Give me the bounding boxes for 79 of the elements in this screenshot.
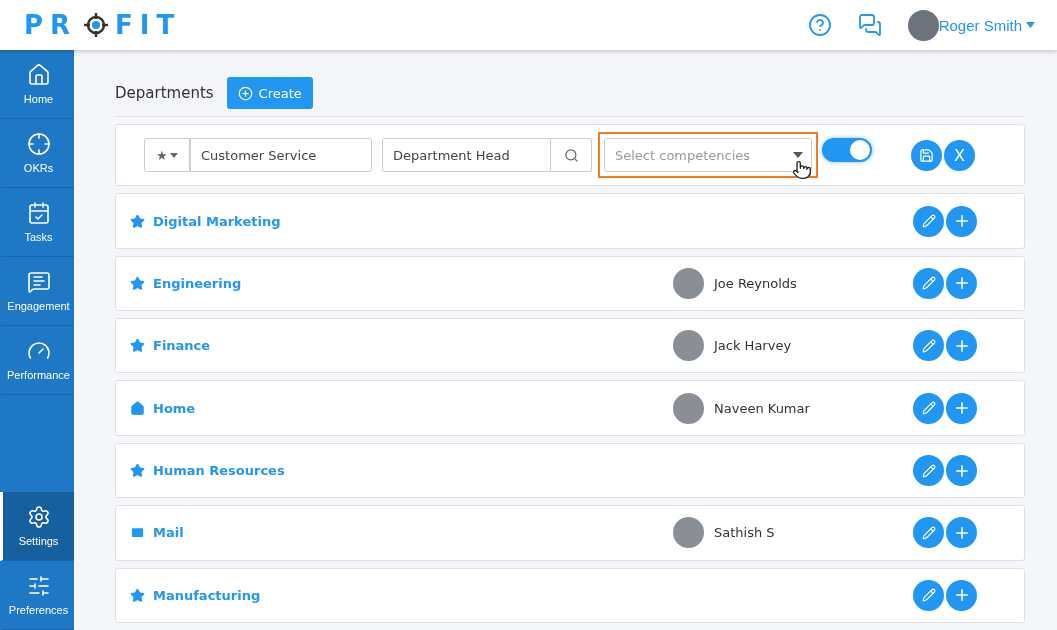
logo-text: FIT — [115, 10, 182, 40]
edit-button[interactable] — [913, 330, 944, 362]
star-icon — [130, 463, 145, 479]
icon-picker-button[interactable]: ★ — [144, 138, 190, 173]
department-name[interactable]: Digital Marketing — [153, 213, 673, 229]
pencil-icon — [921, 338, 936, 353]
search-icon — [563, 147, 579, 163]
home-icon — [26, 63, 51, 87]
department-name[interactable]: Home — [153, 400, 673, 416]
home-icon — [130, 400, 145, 416]
department-name[interactable]: Finance — [153, 338, 673, 354]
department-name[interactable]: Engineering — [153, 275, 673, 291]
avatar — [673, 330, 704, 362]
pencil-icon — [921, 588, 936, 603]
pencil-icon — [921, 214, 936, 228]
department-head-field[interactable]: Department Head — [382, 138, 551, 173]
pencil-icon — [921, 525, 936, 540]
department-head: Joe Reynolds — [714, 275, 797, 291]
save-button[interactable] — [911, 139, 942, 171]
pencil-icon — [921, 401, 936, 416]
save-icon — [919, 147, 934, 163]
pencil-icon — [921, 276, 936, 291]
add-button[interactable] — [946, 392, 977, 424]
sliders-icon — [26, 574, 51, 598]
department-name[interactable]: Manufacturing — [153, 587, 673, 603]
logo-text: PR — [24, 10, 78, 40]
user-menu[interactable]: Roger Smith — [938, 16, 1035, 34]
sidebar-item[interactable]: Settings — [0, 492, 74, 561]
chat-icon — [26, 270, 51, 294]
star-icon — [130, 275, 145, 291]
department-name[interactable]: Human Resources — [153, 463, 673, 479]
toggle-switch[interactable] — [822, 138, 872, 163]
sidebar-item[interactable]: Home — [0, 50, 74, 119]
calendar-icon — [26, 201, 51, 225]
avatar — [673, 517, 704, 549]
add-button[interactable] — [946, 579, 977, 611]
edit-button[interactable] — [913, 392, 944, 424]
cancel-button[interactable]: X — [944, 139, 975, 171]
edit-button[interactable] — [913, 205, 944, 237]
add-button[interactable] — [946, 517, 977, 549]
plus-icon — [237, 85, 253, 101]
star-icon — [130, 587, 145, 603]
help-icon[interactable] — [807, 13, 832, 37]
add-button[interactable] — [946, 205, 977, 237]
sidebar-item[interactable]: Tasks — [0, 188, 74, 257]
sidebar-item[interactable]: Engagement — [0, 257, 74, 326]
department-head: Jack Harvey — [714, 338, 792, 354]
edit-button[interactable] — [913, 517, 944, 549]
avatar — [673, 267, 704, 299]
caret-icon — [170, 152, 178, 158]
sidebar-item[interactable]: OKRs — [0, 119, 74, 188]
edit-button[interactable] — [913, 455, 944, 487]
star-icon — [130, 213, 145, 229]
add-button[interactable] — [946, 455, 977, 487]
department-head: Sathish S — [714, 525, 775, 541]
add-button[interactable] — [946, 267, 977, 299]
user-avatar — [907, 9, 939, 41]
avatar — [673, 392, 704, 424]
chat-icon[interactable] — [857, 13, 882, 37]
caret-icon — [1026, 22, 1035, 28]
search-button[interactable] — [551, 138, 592, 173]
sidebar-item[interactable]: Performance — [0, 326, 74, 395]
page-title: Departments — [115, 84, 214, 102]
pencil-icon — [921, 463, 936, 478]
add-button[interactable] — [946, 330, 977, 362]
crosshair-icon — [83, 12, 110, 38]
competencies-select[interactable]: Select competencies — [604, 138, 812, 173]
star-icon — [130, 338, 145, 354]
hand-cursor-icon — [792, 160, 812, 181]
name-field[interactable]: Customer Service — [190, 138, 372, 173]
department-head: Naveen Kumar — [714, 400, 810, 416]
department-name[interactable]: Mail — [153, 525, 673, 541]
create-button[interactable]: Create — [226, 77, 313, 109]
sidebar-item[interactable]: Preferences — [0, 561, 74, 630]
target-icon — [26, 132, 51, 156]
gear-icon — [26, 505, 51, 529]
caret-icon — [793, 152, 803, 159]
edit-button[interactable] — [913, 579, 944, 611]
edit-button[interactable] — [913, 267, 944, 299]
